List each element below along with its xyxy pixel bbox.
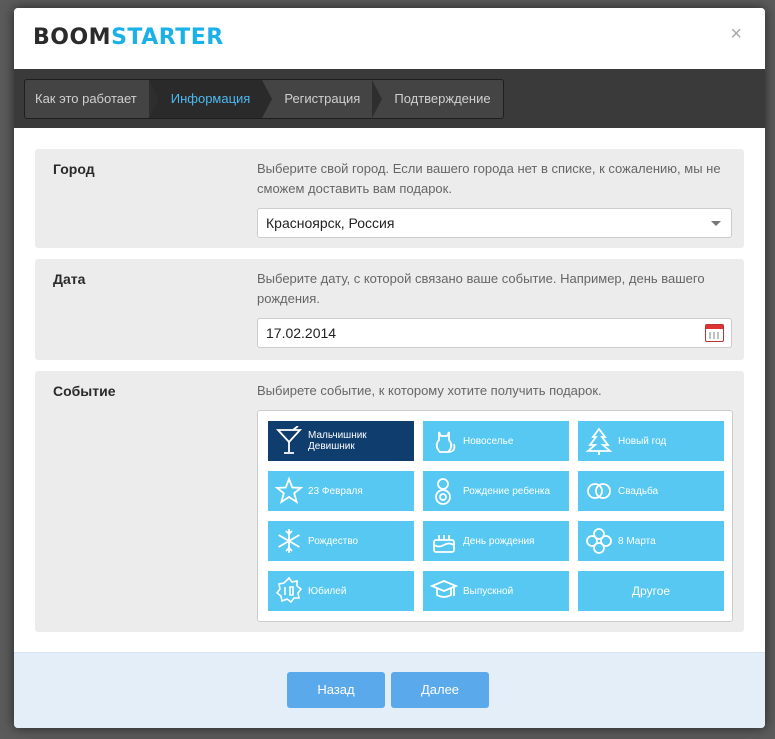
star-icon	[275, 476, 303, 505]
city-select-value: Красноярск, Россия	[266, 215, 395, 231]
calendar-icon[interactable]	[705, 324, 724, 342]
event-option-march-8[interactable]: 8 Марта	[578, 521, 724, 561]
event-option-label: День рождения	[463, 535, 535, 547]
event-option-label: Новоселье	[463, 435, 514, 447]
date-input[interactable]: 17.02.2014	[257, 318, 732, 348]
event-option-baby-birth[interactable]: Рождение ребенка	[423, 471, 569, 511]
wizard-steps-bar: Как это работает Информация Регистрация …	[14, 69, 765, 128]
step-confirmation[interactable]: Подтверждение	[372, 80, 502, 118]
event-option-label: Выпускной	[463, 585, 514, 597]
event-section: Событие Выбирете событие, к которому хот…	[35, 371, 744, 632]
step-how-it-works[interactable]: Как это работает	[25, 80, 159, 118]
step-information[interactable]: Информация	[148, 80, 272, 118]
flower-icon	[586, 528, 612, 554]
date-label: Дата	[53, 271, 86, 287]
date-hint: Выберите дату, с которой связано ваше со…	[257, 271, 705, 306]
back-button[interactable]: Назад	[287, 672, 385, 708]
event-option-wedding[interactable]: Свадьба	[578, 471, 724, 511]
brand-logo: BOOM STARTER	[33, 25, 224, 50]
snowflake-icon	[278, 529, 300, 553]
event-option-housewarming[interactable]: Новоселье	[423, 421, 569, 461]
event-option-new-year[interactable]: Новый год	[578, 421, 724, 461]
date-section: Дата Выберите дату, с которой связано ва…	[35, 259, 744, 360]
city-section: Город Выберите свой город. Если вашего г…	[35, 149, 744, 248]
event-option-bachelor-party[interactable]: Мальчишник Девишник	[268, 421, 414, 461]
event-option-label: Свадьба	[618, 485, 659, 497]
cocktail-icon	[275, 426, 303, 454]
rings-icon	[587, 483, 611, 499]
event-hint: Выбирете событие, к которому хотите полу…	[257, 383, 602, 398]
event-option-birthday[interactable]: День рождения	[423, 521, 569, 561]
city-label: Город	[53, 161, 95, 177]
date-input-value: 17.02.2014	[266, 325, 337, 341]
event-option-label: Рождение ребенка	[463, 485, 551, 497]
anniversary-10-icon	[275, 576, 303, 604]
event-option-christmas[interactable]: Рождество	[268, 521, 414, 561]
close-icon[interactable]: ×	[730, 24, 742, 44]
event-option-label: Новый год	[618, 435, 667, 447]
city-hint: Выберите свой город. Если вашего города …	[257, 161, 721, 196]
event-option-other[interactable]: Другое	[578, 571, 724, 611]
modal-dialog: BOOM STARTER × Как это работает Информаци…	[14, 8, 765, 728]
birthday-cake-icon	[433, 535, 455, 553]
event-option-label: 8 Марта	[618, 535, 656, 547]
cat-icon	[435, 431, 456, 453]
chevron-down-icon	[711, 221, 721, 226]
event-options-grid: Мальчишник Девишник Новоселье Новый год …	[257, 410, 733, 622]
modal-header: BOOM STARTER ×	[14, 8, 765, 69]
step-registration[interactable]: Регистрация	[262, 80, 383, 118]
graduation-cap-icon	[430, 580, 458, 598]
modal-footer: Назад Далее	[14, 652, 765, 728]
event-option-label: Рождество	[308, 535, 359, 547]
event-option-label: Другое	[631, 583, 671, 598]
logo-part-boom: BOOM	[33, 25, 112, 50]
event-option-graduation[interactable]: Выпускной	[423, 571, 569, 611]
city-select[interactable]: Красноярск, Россия	[257, 208, 732, 238]
baby-icon	[435, 478, 451, 505]
event-option-feb-23[interactable]: 23 Февраля	[268, 471, 414, 511]
wizard-steps: Как это работает Информация Регистрация …	[24, 79, 504, 119]
event-option-label: Мальчишник Девишник	[308, 430, 367, 452]
christmas-tree-icon	[585, 427, 613, 455]
event-option-anniversary[interactable]: Юбилей	[268, 571, 414, 611]
event-label: Событие	[53, 383, 116, 399]
event-option-label: Юбилей	[308, 585, 347, 597]
next-button[interactable]: Далее	[391, 672, 489, 708]
event-option-label: 23 Февраля	[308, 485, 363, 497]
form-content: Город Выберите свой город. Если вашего г…	[14, 128, 765, 632]
logo-part-starter: STARTER	[111, 25, 224, 50]
